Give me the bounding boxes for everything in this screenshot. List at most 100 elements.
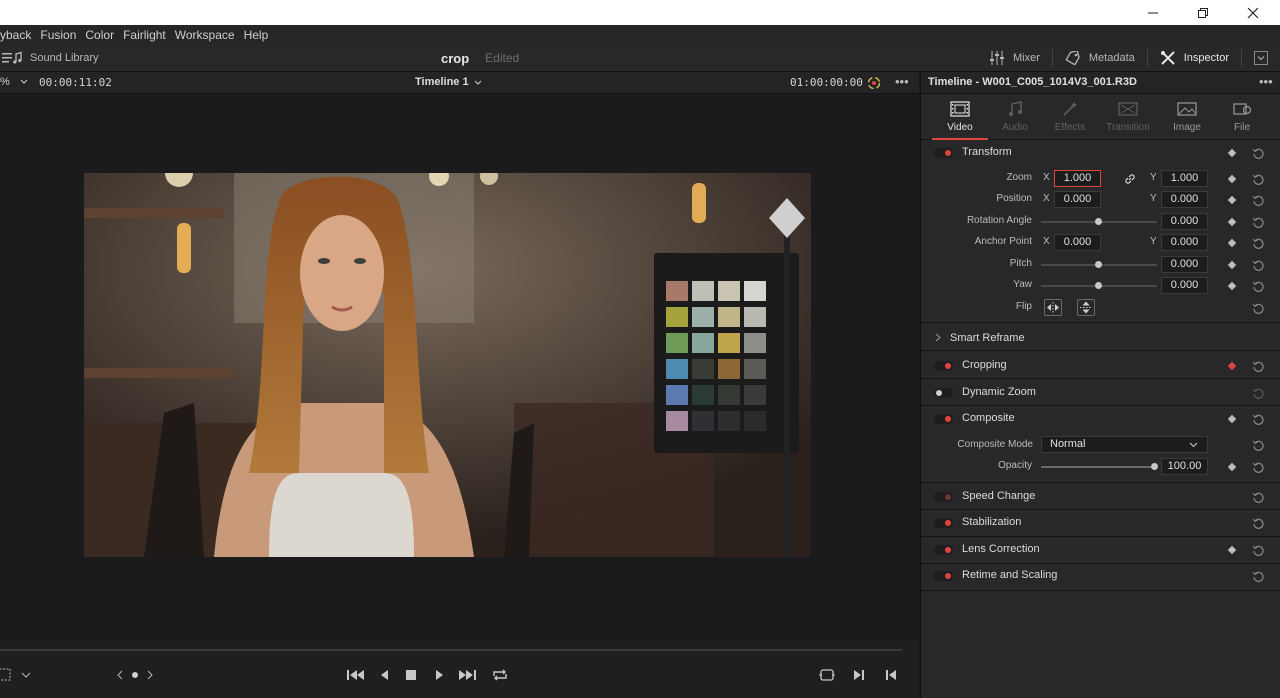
expand-button[interactable]: [1242, 44, 1280, 72]
zoom-y-field[interactable]: 1.000: [1161, 170, 1208, 187]
menu-color[interactable]: Color: [85, 28, 114, 42]
metadata-button[interactable]: Metadata: [1053, 44, 1147, 72]
yaw-slider-handle[interactable]: [1095, 282, 1102, 289]
previous-edit-icon[interactable]: [884, 668, 898, 682]
next-edit-icon[interactable]: [852, 668, 866, 682]
yaw-keyframe-icon[interactable]: [1227, 281, 1237, 291]
reset-icon[interactable]: [1252, 387, 1265, 400]
reset-icon[interactable]: [1252, 413, 1265, 426]
position-keyframe-icon[interactable]: [1227, 195, 1237, 205]
match-frame-icon[interactable]: [818, 668, 836, 682]
zoom-level[interactable]: %: [0, 76, 10, 88]
zoom-keyframe-icon[interactable]: [1227, 174, 1237, 184]
speed-change-toggle[interactable]: [934, 492, 953, 502]
close-button[interactable]: [1230, 0, 1276, 25]
play-reverse-icon[interactable]: [378, 668, 392, 682]
viewer-mode-icon[interactable]: [0, 668, 32, 682]
jog-control-icon[interactable]: [116, 669, 154, 681]
reset-icon[interactable]: [1252, 439, 1265, 452]
dynamic-zoom-toggle[interactable]: [934, 388, 953, 398]
pitch-slider-handle[interactable]: [1095, 261, 1102, 268]
transform-title[interactable]: Transform: [962, 146, 1012, 158]
maximize-button[interactable]: [1180, 0, 1226, 25]
sound-library-button[interactable]: Sound Library: [0, 44, 111, 72]
transform-toggle[interactable]: [934, 148, 953, 158]
inspector-button[interactable]: Inspector: [1148, 44, 1241, 72]
menu-workspace[interactable]: Workspace: [175, 28, 235, 42]
smart-reframe-title[interactable]: Smart Reframe: [950, 332, 1025, 344]
reset-icon[interactable]: [1252, 216, 1265, 229]
tab-audio[interactable]: Audio: [987, 94, 1043, 140]
link-icon[interactable]: [1124, 173, 1136, 185]
retime-scaling-title[interactable]: Retime and Scaling: [962, 569, 1057, 581]
tab-file[interactable]: File: [1214, 94, 1270, 140]
reset-icon[interactable]: [1252, 280, 1265, 293]
flip-horizontal-button[interactable]: [1044, 299, 1062, 316]
composite-title[interactable]: Composite: [962, 412, 1015, 424]
tab-image[interactable]: Image: [1159, 94, 1215, 140]
stop-icon[interactable]: [404, 668, 418, 682]
reset-icon[interactable]: [1252, 259, 1265, 272]
chevron-right-icon[interactable]: [935, 333, 941, 342]
reset-icon[interactable]: [1252, 517, 1265, 530]
video-frame[interactable]: [84, 173, 811, 557]
cropping-keyframe-icon[interactable]: [1227, 361, 1237, 371]
menu-fusion[interactable]: Fusion: [40, 28, 76, 42]
composite-keyframe-icon[interactable]: [1227, 414, 1237, 424]
skip-to-start-icon[interactable]: [346, 668, 366, 682]
minimize-button[interactable]: [1130, 0, 1176, 25]
anchor-y-field[interactable]: 0.000: [1161, 234, 1208, 251]
opacity-slider-handle[interactable]: [1151, 463, 1158, 470]
opacity-keyframe-icon[interactable]: [1227, 462, 1237, 472]
loop-icon[interactable]: [491, 667, 509, 683]
position-x-field[interactable]: 0.000: [1054, 191, 1101, 208]
reset-icon[interactable]: [1252, 570, 1265, 583]
tab-effects[interactable]: Effects: [1042, 94, 1098, 140]
lens-correction-keyframe-icon[interactable]: [1227, 545, 1237, 555]
opacity-field[interactable]: 100.00: [1161, 458, 1208, 475]
dynamic-zoom-title[interactable]: Dynamic Zoom: [962, 386, 1036, 398]
position-y-field[interactable]: 0.000: [1161, 191, 1208, 208]
menu-help[interactable]: Help: [244, 28, 269, 42]
stabilization-toggle[interactable]: [934, 518, 953, 528]
chevron-down-icon[interactable]: [474, 80, 482, 86]
reset-icon[interactable]: [1252, 302, 1265, 315]
yaw-field[interactable]: 0.000: [1161, 277, 1208, 294]
stabilization-title[interactable]: Stabilization: [962, 516, 1021, 528]
inspector-options-icon[interactable]: •••: [1259, 74, 1273, 89]
flip-vertical-button[interactable]: [1077, 299, 1095, 316]
tab-video[interactable]: Video: [932, 94, 988, 140]
mixer-button[interactable]: Mixer: [977, 44, 1052, 72]
reset-icon[interactable]: [1252, 360, 1265, 373]
cropping-title[interactable]: Cropping: [962, 359, 1007, 371]
pitch-keyframe-icon[interactable]: [1227, 260, 1237, 270]
scrubber-track[interactable]: [0, 649, 902, 651]
lens-correction-toggle[interactable]: [934, 545, 953, 555]
rotation-keyframe-icon[interactable]: [1227, 217, 1237, 227]
retime-scaling-toggle[interactable]: [934, 571, 953, 581]
pitch-field[interactable]: 0.000: [1161, 256, 1208, 273]
composite-toggle[interactable]: [934, 414, 953, 424]
lens-correction-title[interactable]: Lens Correction: [962, 543, 1040, 555]
opacity-slider[interactable]: [1041, 466, 1157, 468]
rotation-slider-handle[interactable]: [1095, 218, 1102, 225]
tab-transition[interactable]: Transition: [1100, 94, 1156, 140]
reset-icon[interactable]: [1252, 194, 1265, 207]
reset-icon[interactable]: [1252, 461, 1265, 474]
color-wheel-icon[interactable]: [866, 76, 882, 90]
menu-playback[interactable]: yback: [0, 28, 31, 42]
reset-icon[interactable]: [1252, 544, 1265, 557]
rotation-field[interactable]: 0.000: [1161, 213, 1208, 230]
chevron-down-icon[interactable]: [20, 79, 28, 85]
skip-to-end-icon[interactable]: [457, 668, 477, 682]
cropping-toggle[interactable]: [934, 361, 953, 371]
zoom-x-field[interactable]: 1.000: [1054, 170, 1101, 187]
reset-icon[interactable]: [1252, 237, 1265, 250]
menu-fairlight[interactable]: Fairlight: [123, 28, 166, 42]
composite-mode-select[interactable]: Normal: [1041, 436, 1208, 453]
speed-change-title[interactable]: Speed Change: [962, 490, 1035, 502]
anchor-x-field[interactable]: 0.000: [1054, 234, 1101, 251]
reset-icon[interactable]: [1252, 147, 1265, 160]
anchor-keyframe-icon[interactable]: [1227, 238, 1237, 248]
reset-icon[interactable]: [1252, 173, 1265, 186]
